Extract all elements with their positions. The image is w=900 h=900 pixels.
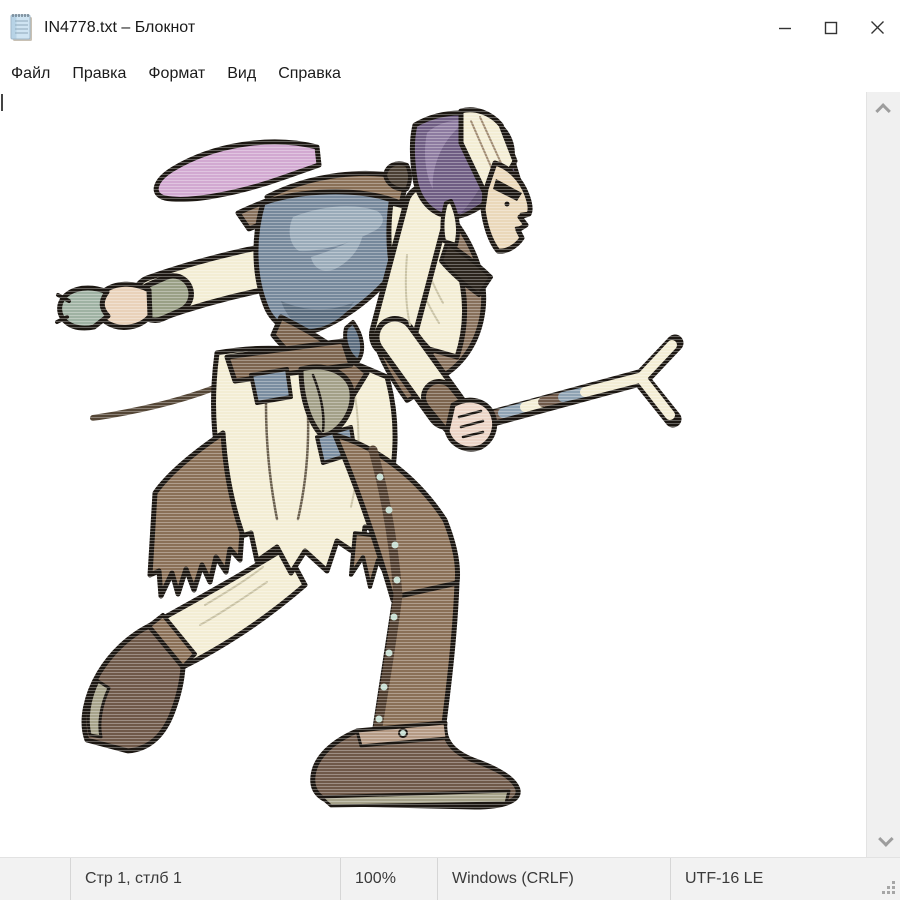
status-spacer	[0, 858, 70, 900]
close-button[interactable]	[854, 0, 900, 55]
clipart-running-figure	[55, 105, 695, 825]
face	[483, 163, 530, 251]
hatchet	[60, 288, 108, 328]
chevron-down-icon	[878, 831, 894, 847]
minimize-icon	[778, 21, 792, 35]
notepad-window: IN4778.txt – Блокнот Файл Правка Формат …	[0, 0, 900, 900]
menu-file[interactable]: Файл	[0, 59, 61, 89]
status-line-ending: Windows (CRLF)	[437, 858, 670, 900]
window-title: IN4778.txt – Блокнот	[44, 19, 195, 37]
menu-format[interactable]: Формат	[137, 59, 216, 89]
minimize-button[interactable]	[762, 0, 808, 55]
maximize-icon	[824, 21, 838, 35]
text-area[interactable]	[0, 92, 866, 857]
menu-view[interactable]: Вид	[216, 59, 267, 89]
status-encoding: UTF-16 LE	[670, 858, 900, 900]
status-bar: Стр 1, стлб 1 100% Windows (CRLF) UTF-16…	[0, 857, 900, 900]
scroll-down-button[interactable]	[867, 823, 900, 857]
menu-bar: Файл Правка Формат Вид Справка	[0, 55, 900, 92]
resize-grip-icon[interactable]	[881, 880, 895, 894]
scroll-up-button[interactable]	[867, 92, 900, 126]
menu-help[interactable]: Справка	[267, 59, 352, 89]
close-icon	[870, 20, 885, 35]
title-bar[interactable]: IN4778.txt – Блокнот	[0, 0, 900, 55]
menu-edit[interactable]: Правка	[61, 59, 137, 89]
vertical-scrollbar[interactable]	[866, 92, 900, 857]
text-caret	[1, 94, 3, 111]
chevron-up-icon	[875, 103, 891, 119]
status-zoom-level: 100%	[340, 858, 437, 900]
maximize-button[interactable]	[808, 0, 854, 55]
notepad-icon	[8, 12, 36, 44]
status-cursor-position: Стр 1, стлб 1	[70, 858, 340, 900]
